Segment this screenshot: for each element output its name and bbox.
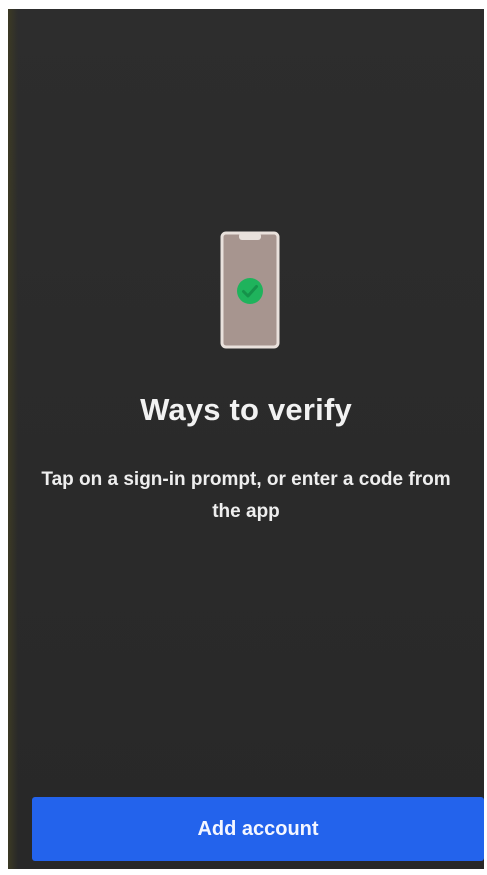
page-subtitle: Tap on a sign-in prompt, or enter a code… (41, 469, 451, 522)
add-account-button[interactable]: Add account (32, 797, 484, 861)
screen-edge-glare (8, 9, 18, 869)
phone-check-icon (220, 231, 280, 349)
verify-onboarding-screen: Ways to verify Tap on a sign-in prompt, … (8, 9, 484, 869)
photo-frame: Ways to verify Tap on a sign-in prompt, … (0, 0, 487, 875)
page-title: Ways to verify (140, 392, 352, 427)
add-account-button-label: Add account (197, 817, 319, 840)
